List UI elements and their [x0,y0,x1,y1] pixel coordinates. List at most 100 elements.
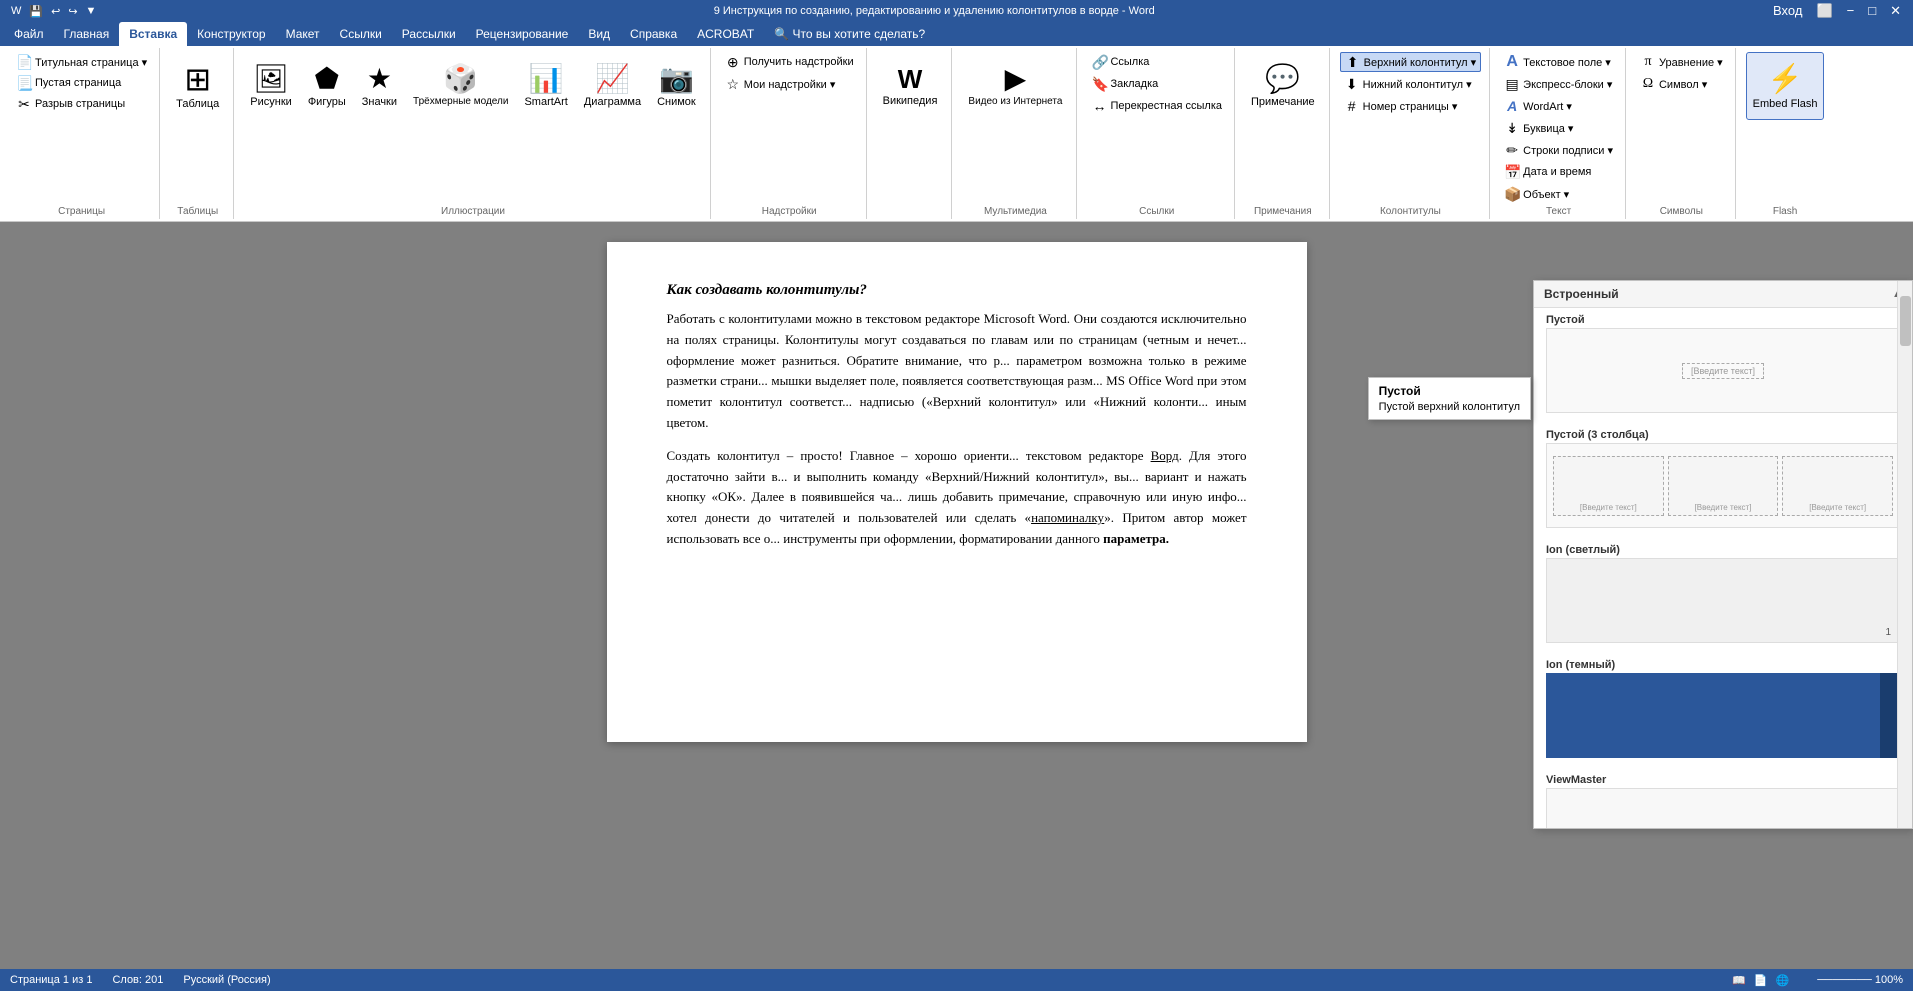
btn-object[interactable]: 📦 Объект ▾ [1500,184,1617,204]
btn-blank-page[interactable]: 📃 Пустая страница [12,73,151,93]
group-illustrations-label: Иллюстрации [441,206,505,217]
btn-page-break[interactable]: ✂ Разрыв страницы [12,94,151,114]
btn-shapes[interactable]: ⬟ Фигуры [302,52,352,120]
btn-video[interactable]: ▶ Видео из Интернета [962,52,1068,120]
tab-home[interactable]: Главная [54,22,120,46]
group-embed-flash: ⚡ Embed Flash Flash [1738,48,1833,219]
tab-layout[interactable]: Макет [276,22,330,46]
close-btn[interactable]: ✕ [1886,3,1905,19]
dropdown-scrollbar[interactable] [1897,281,1912,828]
bookmark-icon: 🔖 [1091,76,1107,93]
pictures-icon: 🖼 [253,65,289,93]
header-dropdown-scroll[interactable]: Пустой [Введите текст] Пустой (3 столбца… [1534,308,1912,828]
btn-icons[interactable]: ★ Значки [356,52,403,120]
cover-page-icon: 📄 [16,54,32,71]
btn-embed-flash[interactable]: ⚡ Embed Flash [1746,52,1825,120]
print-layout-btn[interactable]: 📄 [1754,974,1768,987]
symbol-icon: Ω [1640,76,1656,92]
btn-date-time[interactable]: 📅 Дата и время [1500,162,1617,182]
group-addins: ⊕ Получить надстройки ☆ Мои надстройки ▾… [713,48,867,219]
header-dropdown-label: Встроенный [1544,287,1619,301]
tab-constructor[interactable]: Конструктор [187,22,275,46]
title-bar: W 💾 ↩ ↪ ▼ 9 Инструкция по созданию, реда… [0,0,1913,22]
qat-more-btn[interactable]: ▼ [83,4,100,18]
btn-wordart[interactable]: A WordArt ▾ [1500,96,1617,116]
tab-file[interactable]: Файл [4,22,54,46]
dropcap-icon: ↡ [1504,120,1520,137]
btn-header[interactable]: ⬆ Верхний колонтитул ▾ [1340,52,1482,72]
minimize-btn[interactable]: − [1843,3,1859,19]
btn-bookmark[interactable]: 🔖 Закладка [1087,74,1226,94]
btn-wikipedia[interactable]: W Википедия [877,52,944,120]
tab-acrobat[interactable]: ACROBAT [687,22,764,46]
btn-cover-page[interactable]: 📄 Титульная страница ▾ [12,52,151,72]
scrollbar-thumb [1900,296,1911,346]
textbox-icon: A [1504,53,1520,71]
window-controls: Вход ⬜ − □ ✕ [1769,3,1905,19]
tab-review[interactable]: Рецензирование [466,22,579,46]
tab-help[interactable]: Справка [620,22,687,46]
page-info: Страница 1 из 1 [10,974,92,986]
btn-page-number[interactable]: # Номер страницы ▾ [1340,96,1482,116]
btn-symbol[interactable]: Ω Символ ▾ [1636,74,1727,94]
header-item-ion-light[interactable]: Ion (светлый) 1 [1534,538,1912,653]
btn-table[interactable]: ⊞ Таблица [170,52,225,120]
btn-my-addins[interactable]: ☆ Мои надстройки ▾ [721,74,858,94]
btn-screenshot[interactable]: 📷 Снимок [651,52,702,120]
btn-pictures[interactable]: 🖼 Рисунки [244,52,298,120]
layout-btn[interactable]: ⬜ [1812,3,1836,19]
tab-view[interactable]: Вид [578,22,620,46]
zoom-slider[interactable]: ─────── 100% [1817,974,1903,987]
group-media: ▶ Видео из Интернета Мультимедиа [954,48,1077,219]
group-notes-label: Примечания [1254,206,1312,217]
tab-search[interactable]: 🔍 Что вы хотите сделать? [764,22,935,46]
btn-crossref[interactable]: ↔ Перекрестная ссылка [1087,96,1226,116]
login-btn[interactable]: Вход [1769,3,1806,19]
header-item-ion-dark[interactable]: Ion (темный) [1534,653,1912,768]
wikipedia-icon: W [898,66,923,92]
link-icon: 🔗 [1091,54,1107,71]
embed-flash-icon: ⚡ [1768,62,1803,95]
my-addins-icon: ☆ [725,76,741,93]
word-count: Слов: 201 [112,974,163,986]
group-media-label: Мультимедиа [984,206,1047,217]
btn-textbox[interactable]: A Текстовое поле ▾ [1500,52,1617,72]
crossref-icon: ↔ [1091,98,1107,114]
read-mode-btn[interactable]: 📖 [1732,974,1746,987]
btn-chart[interactable]: 📈 Диаграмма [578,52,647,120]
maximize-btn[interactable]: □ [1864,3,1880,19]
ribbon: Файл Главная Вставка Конструктор Макет С… [0,22,1913,222]
comment-icon: 💬 [1265,65,1300,93]
wordart-icon: A [1504,98,1520,114]
page-heading: Как создавать колонтитулы? [667,282,1247,299]
btn-equation[interactable]: π Уравнение ▾ [1636,52,1727,72]
header-item-viewmaster[interactable]: ViewMaster [Заголовок документа] [1534,768,1912,828]
btn-3d[interactable]: 🎲 Трёхмерные модели [407,52,514,120]
btn-signature[interactable]: ✏ Строки подписи ▾ [1500,140,1617,160]
datetime-icon: 📅 [1504,164,1520,181]
group-links: 🔗 Ссылка 🔖 Закладка ↔ Перекрестная ссылк… [1079,48,1235,219]
web-layout-btn[interactable]: 🌐 [1776,974,1790,987]
btn-footer[interactable]: ⬇ Нижний колонтитул ▾ [1340,74,1482,94]
undo-btn[interactable]: ↩ [48,4,63,19]
shapes-icon: ⬟ [315,65,339,93]
header-dropdown-panel: Встроенный ▲ Пустой [Введите текст] Пуст… [1533,280,1913,829]
tab-mailings[interactable]: Рассылки [392,22,466,46]
group-pages-label: Страницы [58,206,105,217]
btn-dropcap[interactable]: ↡ Буквица ▾ [1500,118,1617,138]
redo-btn[interactable]: ↪ [65,4,80,19]
header-item-3col[interactable]: Пустой (3 столбца) [Введите текст] [Введ… [1534,423,1912,538]
group-text-label: Текст [1546,206,1571,217]
btn-comment[interactable]: 💬 Примечание [1245,52,1321,120]
tab-references[interactable]: Ссылки [330,22,392,46]
btn-quick-parts[interactable]: ▤ Экспресс-блоки ▾ [1500,74,1617,94]
tab-insert[interactable]: Вставка [119,22,187,46]
chart-icon: 📈 [595,65,630,93]
group-header-footer: ⬆ Верхний колонтитул ▾ ⬇ Нижний колонтит… [1332,48,1491,219]
btn-get-addins[interactable]: ⊕ Получить надстройки [721,52,858,72]
header-item-empty[interactable]: Пустой [Введите текст] [1534,308,1912,423]
btn-smartart[interactable]: 📊 SmartArt [518,52,573,120]
btn-link[interactable]: 🔗 Ссылка [1087,52,1226,72]
save-btn[interactable]: 💾 [26,4,46,19]
header-icon: ⬆ [1345,54,1361,71]
